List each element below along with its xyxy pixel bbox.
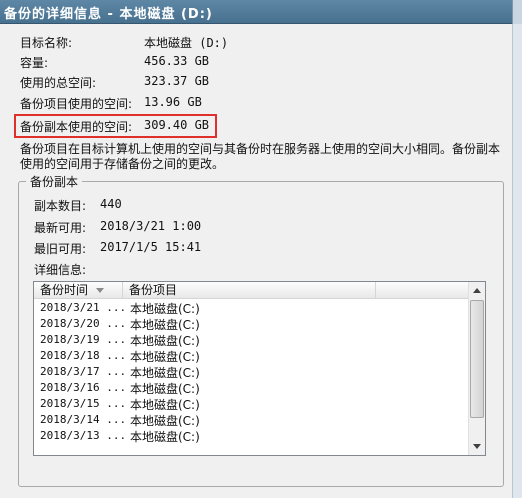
backup-item-cell: 本地磁盘(C:)	[130, 414, 200, 428]
backup-time-cell: 2018/3/20 ...	[40, 317, 127, 330]
list-body: 2018/3/21 ... 本地磁盘(C:) 2018/3/20 ... 本地磁…	[34, 300, 470, 455]
table-row[interactable]: 2018/3/14 ... 本地磁盘(C:)	[34, 412, 470, 428]
backup-item-cell: 本地磁盘(C:)	[130, 430, 200, 444]
table-row[interactable]: 2018/3/19 ... 本地磁盘(C:)	[34, 332, 470, 348]
column-header-backup-item[interactable]: 备份项目	[123, 282, 376, 299]
backup-item-cell: 本地磁盘(C:)	[130, 302, 200, 316]
column-label: 备份项目	[129, 283, 178, 297]
backup-item-cell: 本地磁盘(C:)	[130, 334, 200, 348]
backup-time-cell: 2018/3/21 ...	[40, 301, 127, 314]
latest-label: 最新可用:	[34, 221, 87, 235]
window-edge	[512, 24, 522, 498]
copy-count-value: 440	[100, 197, 122, 211]
items-used-value: 13.96 GB	[144, 95, 202, 109]
backup-time-cell: 2018/3/19 ...	[40, 333, 127, 346]
scroll-down-button[interactable]	[469, 438, 485, 455]
table-row[interactable]: 2018/3/16 ... 本地磁盘(C:)	[34, 380, 470, 396]
total-used-value: 323.37 GB	[144, 74, 210, 88]
table-row[interactable]: 2018/3/15 ... 本地磁盘(C:)	[34, 396, 470, 412]
oldest-label: 最旧可用:	[34, 242, 87, 256]
description-text: 备份项目在目标计算机上使用的空间与其备份时在服务器上使用的空间大小相同。备份副本…	[20, 142, 501, 171]
table-row[interactable]: 2018/3/18 ... 本地磁盘(C:)	[34, 348, 470, 364]
close-button-edge[interactable]	[512, 0, 522, 24]
window-title: 备份的详细信息 - 本地磁盘 (D:)	[4, 7, 213, 22]
copy-count-label: 副本数目:	[34, 199, 87, 213]
backup-time-cell: 2018/3/13 ...	[40, 429, 127, 442]
arrow-down-icon	[473, 444, 481, 449]
dialog-content: 目标名称: 本地磁盘 (D:) 容量: 456.33 GB 使用的总空间: 32…	[0, 24, 512, 498]
vertical-scrollbar[interactable]	[468, 282, 485, 455]
backup-time-cell: 2018/3/17 ...	[40, 365, 127, 378]
details-label: 详细信息:	[34, 263, 87, 277]
backup-item-cell: 本地磁盘(C:)	[130, 382, 200, 396]
table-row[interactable]: 2018/3/21 ... 本地磁盘(C:)	[34, 300, 470, 316]
scroll-up-button[interactable]	[469, 282, 485, 299]
capacity-label: 容量:	[20, 56, 49, 70]
table-row[interactable]: 2018/3/13 ... 本地磁盘(C:)	[34, 428, 470, 444]
table-row[interactable]: 2018/3/17 ... 本地磁盘(C:)	[34, 364, 470, 380]
backup-item-cell: 本地磁盘(C:)	[130, 398, 200, 412]
group-legend: 备份副本	[26, 173, 83, 190]
sort-down-icon	[96, 288, 105, 293]
capacity-value: 456.33 GB	[144, 54, 210, 68]
highlight-annotation	[14, 114, 217, 138]
backup-item-cell: 本地磁盘(C:)	[130, 366, 200, 380]
target-name-value: 本地磁盘 (D:)	[144, 36, 229, 50]
column-label: 备份时间	[40, 283, 89, 297]
title-bar[interactable]: 备份的详细信息 - 本地磁盘 (D:)	[0, 0, 522, 24]
backup-time-cell: 2018/3/16 ...	[40, 381, 127, 394]
latest-value: 2018/3/21 1:00	[100, 219, 202, 233]
backup-time-cell: 2018/3/14 ...	[40, 413, 127, 426]
items-used-label: 备份项目使用的空间:	[20, 97, 133, 111]
list-header: 备份时间 备份项目	[34, 282, 470, 299]
backup-time-cell: 2018/3/18 ...	[40, 349, 127, 362]
column-header-backup-time[interactable]: 备份时间	[34, 282, 123, 299]
backup-item-cell: 本地磁盘(C:)	[130, 350, 200, 364]
table-row[interactable]: 2018/3/20 ... 本地磁盘(C:)	[34, 316, 470, 332]
backup-item-cell: 本地磁盘(C:)	[130, 318, 200, 332]
scroll-thumb[interactable]	[470, 300, 484, 418]
arrow-up-icon	[473, 288, 481, 293]
total-used-label: 使用的总空间:	[20, 76, 97, 90]
oldest-value: 2017/1/5 15:41	[100, 240, 202, 254]
backup-list[interactable]: 备份时间 备份项目 2018/3/21 ... 本地磁盘(C:) 2018/3/…	[33, 281, 486, 456]
target-name-label: 目标名称:	[20, 36, 73, 50]
backup-time-cell: 2018/3/15 ...	[40, 397, 127, 410]
